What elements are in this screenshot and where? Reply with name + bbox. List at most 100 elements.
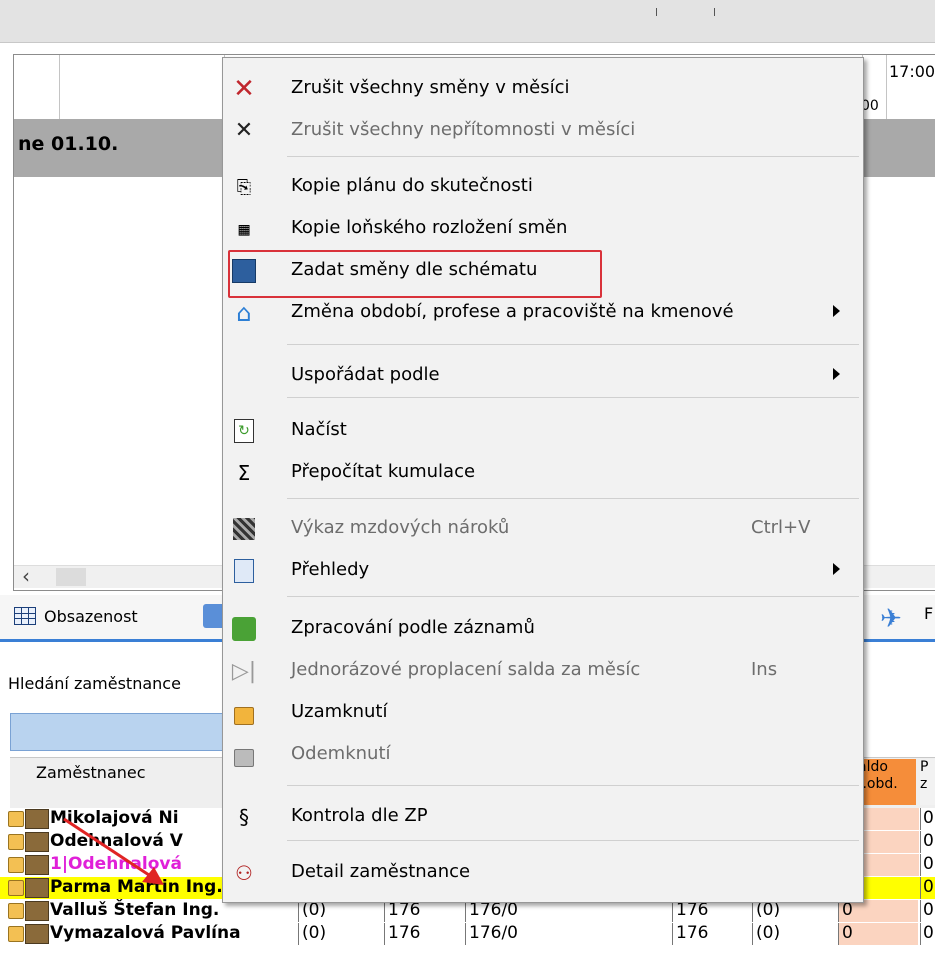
reload-icon: ↻: [231, 418, 257, 444]
menu-item-label: Změna období, profese a pracoviště na km…: [291, 301, 734, 322]
employee-photo-icon: [25, 901, 49, 921]
column-header-saldo[interactable]: aldo r.obd.: [858, 759, 916, 805]
menu-item[interactable]: Zpracování podle záznamů: [223, 608, 863, 650]
table-row[interactable]: Vymazalová Pavlína (0) 176 176/0 176 (0) 0 0: [0, 923, 935, 945]
submenu-arrow-icon: [833, 368, 840, 380]
employee-photo-icon: [25, 878, 49, 898]
menu-separator: [287, 596, 859, 597]
menu-item-label: Jednorázové proplacení salda za měsíc: [291, 659, 641, 680]
lock-icon: [8, 903, 24, 919]
menu-item[interactable]: Odemknutí: [223, 734, 863, 776]
table-cell[interactable]: 176: [384, 900, 465, 922]
menu-item[interactable]: ⌂ Změna období, profese a pracoviště na k…: [223, 292, 863, 334]
tab-label[interactable]: F: [924, 604, 933, 623]
table-cell[interactable]: 0: [920, 831, 935, 853]
table-cell[interactable]: 0: [920, 854, 935, 876]
menu-item[interactable]: § Kontrola dle ZP: [223, 796, 863, 838]
tab-label: Obsazenost: [44, 606, 138, 626]
menu-item-label: Detail zaměstnance: [291, 861, 471, 882]
search-label: Hledání zaměstnance: [8, 674, 181, 693]
lock-icon: [8, 880, 24, 896]
table-cell[interactable]: 176: [384, 923, 465, 945]
employee-name[interactable]: Valluš Štefan Ing.: [50, 900, 219, 920]
menu-separator: [287, 397, 859, 398]
toolbar-tick: [714, 8, 715, 16]
home-icon: ⌂: [236, 299, 252, 327]
grid-line: [886, 55, 887, 119]
highlight-box: [228, 250, 602, 298]
table-cell[interactable]: (0): [752, 900, 838, 922]
menu-item[interactable]: ✕ Zrušit všechny nepřítomnosti v měsíci: [223, 110, 863, 152]
sigma-icon: Σ: [237, 461, 251, 485]
table-row[interactable]: Valluš Štefan Ing. (0) 176 176/0 176 (0) 0 0: [0, 900, 935, 922]
table-cell[interactable]: 0: [920, 808, 935, 830]
table-cell[interactable]: 0: [920, 877, 935, 899]
menu-item[interactable]: ⚇ Detail zaměstnance: [223, 852, 863, 894]
table-cell[interactable]: 176: [672, 923, 752, 945]
menu-item[interactable]: Přehledy: [223, 550, 863, 592]
menu-item-label: Zrušit všechny nepřítomnosti v měsíci: [291, 119, 636, 140]
context-menu: ✕ Zrušit všechny směny v měsíci ✕ Zrušit vš…: [222, 57, 864, 903]
report-icon: [231, 516, 257, 542]
section-icon: §: [239, 805, 249, 829]
black-x-icon: ✕: [234, 118, 254, 143]
table-cell[interactable]: 176/0: [465, 900, 672, 922]
menu-item-label: Kopie loňského rozložení směn: [291, 217, 568, 238]
menu-item-label: Zpracování podle záznamů: [291, 617, 535, 638]
menu-item-label: Kontrola dle ZP: [291, 805, 428, 826]
employee-detail-icon: ⚇: [235, 861, 253, 885]
copy-plan-icon: ⎘: [236, 176, 252, 198]
menu-item[interactable]: ↻ Načíst: [223, 410, 863, 452]
table-cell[interactable]: 176: [672, 900, 752, 922]
lock-icon: [8, 811, 24, 827]
table-cell[interactable]: 176/0: [465, 923, 672, 945]
menu-item[interactable]: ⎘ Kopie plánu do skutečnosti: [223, 166, 863, 208]
menu-separator: [287, 840, 859, 841]
lock-icon: [8, 834, 24, 850]
table-cell[interactable]: 0: [920, 900, 935, 922]
table-cell[interactable]: 0: [838, 923, 918, 945]
menu-item-label: Odemknutí: [291, 743, 391, 764]
employee-name[interactable]: Vymazalová Pavlína: [50, 923, 241, 943]
menu-item-label: Zrušit všechny směny v měsíci: [291, 77, 570, 98]
menu-item[interactable]: ▷| Jednorázové proplacení salda za měsíc I…: [223, 650, 863, 692]
red-x-icon: ✕: [233, 74, 255, 104]
menu-item[interactable]: ✕ Zrušit všechny směny v měsíci: [223, 68, 863, 110]
grid-line: [59, 55, 60, 119]
menu-item[interactable]: Uzamknutí: [223, 692, 863, 734]
overview-icon: [231, 558, 257, 584]
search-input[interactable]: [10, 713, 237, 751]
menu-item[interactable]: ▦ Kopie loňského rozložení směn: [223, 208, 863, 250]
menu-separator: [287, 344, 859, 345]
column-header-employee[interactable]: Zaměstnanec: [36, 763, 146, 782]
table-cell[interactable]: 0: [838, 900, 918, 922]
scroll-left-icon[interactable]: ‹: [22, 564, 30, 588]
table-cell[interactable]: 0: [920, 923, 935, 945]
tab-obsazenost[interactable]: Obsazenost: [14, 600, 138, 632]
menu-separator: [287, 785, 859, 786]
employee-photo-icon: [25, 924, 49, 944]
table-cell[interactable]: (0): [298, 900, 384, 922]
airplane-icon[interactable]: ✈: [880, 604, 902, 634]
unlock-icon: [231, 742, 257, 768]
lock-icon: [8, 857, 24, 873]
scrollbar-thumb[interactable]: [56, 568, 86, 586]
time-column-label: 17:00: [889, 62, 935, 81]
menu-item[interactable]: Σ Přepočítat kumulace: [223, 452, 863, 494]
menu-item[interactable]: Uspořádat podle: [223, 355, 863, 397]
menu-item-label: Uzamknutí: [291, 701, 388, 722]
menu-item-label: Uspořádat podle: [291, 364, 440, 385]
submenu-arrow-icon: [833, 305, 840, 317]
menu-item[interactable]: Výkaz mzdových nároků Ctrl+V: [223, 508, 863, 550]
lock-icon: [8, 926, 24, 942]
lock-icon: [231, 700, 257, 726]
menu-separator: [287, 498, 859, 499]
grid-table-icon: [14, 607, 36, 625]
copy-layout-icon: ▦: [238, 218, 250, 240]
top-toolbar: [0, 0, 935, 43]
table-cell[interactable]: (0): [752, 923, 838, 945]
menu-item-shortcut: Ctrl+V: [751, 517, 811, 538]
table-cell[interactable]: (0): [298, 923, 384, 945]
column-header-next[interactable]: P z: [920, 759, 935, 805]
menu-item-label: Výkaz mzdových nároků: [291, 517, 510, 538]
